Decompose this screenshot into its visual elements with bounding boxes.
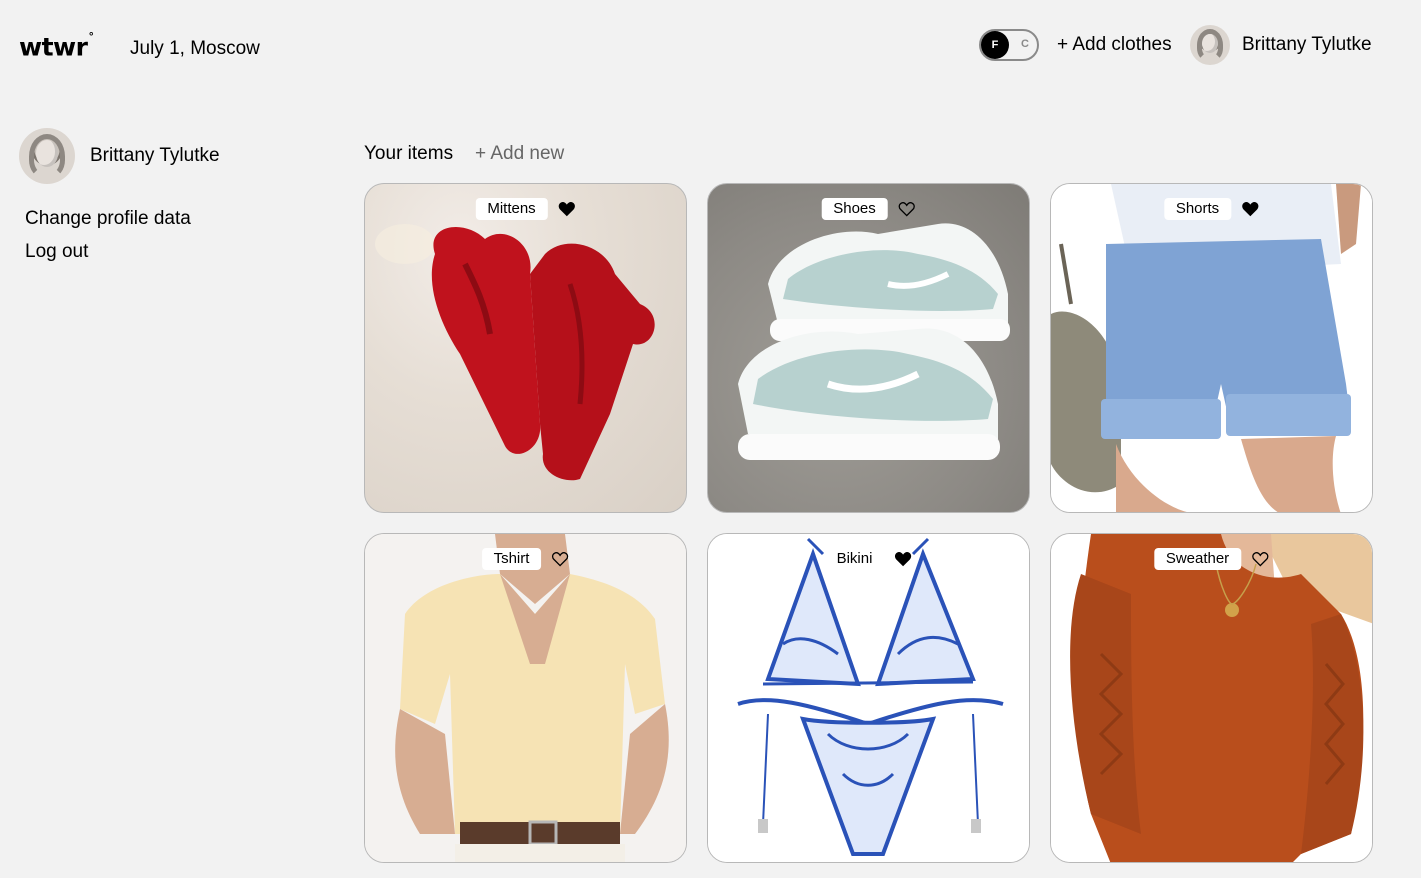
logo-mark: ° bbox=[88, 30, 94, 43]
item-tag: Bikini bbox=[824, 548, 913, 570]
heart-filled-icon bbox=[558, 202, 575, 217]
logo-text: wtwr bbox=[19, 32, 88, 62]
add-new-button[interactable]: + Add new bbox=[475, 143, 564, 165]
change-profile-data-button[interactable]: Change profile data bbox=[25, 208, 191, 230]
sidebar-username: Brittany Tylutke bbox=[90, 145, 220, 166]
heart-filled-icon bbox=[895, 552, 912, 567]
header-username[interactable]: Brittany Tylutke bbox=[1242, 34, 1372, 56]
item-name: Bikini bbox=[824, 548, 885, 570]
heart-outline-icon bbox=[552, 552, 569, 567]
shoes-image bbox=[738, 223, 1010, 460]
item-tag: Tshirt bbox=[481, 548, 570, 570]
item-card-tshirt[interactable]: Tshirt bbox=[364, 533, 687, 863]
item-tag: Sweather bbox=[1153, 548, 1269, 570]
item-tag: Shoes bbox=[821, 198, 916, 220]
temperature-unit-toggle[interactable]: F C bbox=[979, 29, 1039, 61]
heart-outline-icon bbox=[898, 202, 915, 217]
item-name: Tshirt bbox=[481, 548, 542, 570]
sidebar-avatar bbox=[19, 128, 75, 184]
sweather-image bbox=[1051, 534, 1372, 862]
item-name: Shorts bbox=[1163, 198, 1232, 220]
toggle-knob-fahrenheit: F bbox=[981, 31, 1009, 59]
like-button[interactable] bbox=[1241, 200, 1259, 218]
like-button[interactable] bbox=[1251, 550, 1269, 568]
date-location: July 1, Moscow bbox=[130, 38, 260, 59]
like-button[interactable] bbox=[558, 200, 576, 218]
logo[interactable]: wtwr° bbox=[19, 28, 94, 62]
like-button[interactable] bbox=[894, 550, 912, 568]
item-card-shoes[interactable]: Shoes bbox=[707, 183, 1030, 513]
add-clothes-button[interactable]: + Add clothes bbox=[1057, 34, 1172, 56]
tshirt-image bbox=[365, 534, 686, 862]
item-name: Shoes bbox=[821, 198, 888, 220]
item-card-bikini[interactable]: Bikini bbox=[707, 533, 1030, 863]
item-card-sweather[interactable]: Sweather bbox=[1050, 533, 1373, 863]
mittens-image bbox=[375, 224, 655, 481]
your-items-title: Your items bbox=[364, 143, 454, 164]
item-card-mittens[interactable]: Mittens bbox=[364, 183, 687, 513]
item-tag: Mittens bbox=[475, 198, 575, 220]
heart-outline-icon bbox=[1252, 552, 1269, 567]
item-name: Sweather bbox=[1153, 548, 1242, 570]
item-tag: Shorts bbox=[1163, 198, 1259, 220]
item-name: Mittens bbox=[475, 198, 548, 220]
like-button[interactable] bbox=[551, 550, 569, 568]
like-button[interactable] bbox=[898, 200, 916, 218]
heart-filled-icon bbox=[1242, 202, 1259, 217]
item-card-shorts[interactable]: Shorts bbox=[1050, 183, 1373, 513]
bikini-image bbox=[708, 534, 1029, 862]
log-out-button[interactable]: Log out bbox=[25, 241, 88, 263]
shorts-image bbox=[1051, 184, 1372, 512]
toggle-label-celsius: C bbox=[1021, 38, 1029, 50]
header-avatar[interactable] bbox=[1190, 25, 1230, 65]
avatar-face bbox=[1202, 33, 1218, 53]
